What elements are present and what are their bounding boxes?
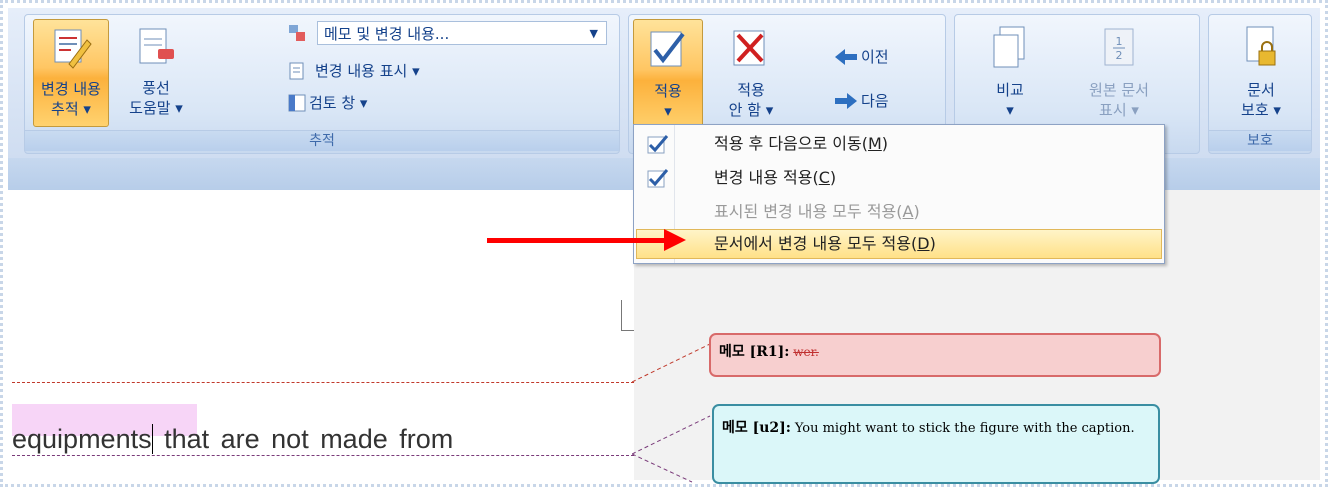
track-group-label: 추적	[25, 130, 619, 151]
track-changes-label-1: 변경 내용	[41, 80, 101, 98]
compare-label-2: ▾	[1006, 101, 1014, 119]
compare-button[interactable]: 비교 ▾	[965, 19, 1055, 131]
comment-connector-2	[12, 455, 634, 456]
accelerator-key: D	[917, 234, 930, 253]
label-suffix: )	[829, 168, 837, 187]
protect-label-2: 보호 ▾	[1241, 101, 1281, 119]
track-changes-button[interactable]: 변경 내용 추적 ▾	[33, 19, 109, 127]
reject-icon	[733, 30, 765, 66]
page-corner-mark	[621, 300, 634, 331]
accept-check-icon	[647, 135, 669, 154]
accept-label-1: 적용	[654, 82, 682, 100]
markup-combo-value: 메모 및 변경 내용...	[324, 25, 450, 43]
review-pane-button[interactable]: 검토 창 ▾	[309, 91, 367, 115]
label-text: 문서에서 변경 내용 모두 적용(	[714, 234, 918, 253]
label-text: 변경 내용 적용(	[714, 168, 819, 187]
menu-item-accept-change[interactable]: 변경 내용 적용(C)	[636, 163, 1162, 193]
menu-item-accept-all-in-document[interactable]: 문서에서 변경 내용 모두 적용(D)	[636, 229, 1162, 259]
show-markup-icon	[289, 62, 304, 80]
svg-text:2: 2	[1116, 49, 1123, 62]
previous-change-icon	[835, 49, 857, 65]
comment-connector-2-diag	[632, 415, 711, 483]
next-change-icon	[835, 93, 857, 109]
comment-2-header: 메모 [u2]:	[722, 420, 791, 436]
comment-connector-1-diag	[632, 343, 711, 383]
comment-connector-1	[12, 382, 634, 383]
comment-balloon-2[interactable]: 메모 [u2]: You might want to stick the fig…	[712, 404, 1160, 484]
show-source-button[interactable]: 1 2 원본 문서 표시 ▾	[1059, 19, 1179, 131]
label-text: 적용 후 다음으로 이동(	[714, 134, 868, 153]
accelerator-key: M	[867, 134, 882, 153]
annotation-arrow-head-icon	[664, 229, 686, 251]
track-changes-icon	[54, 29, 92, 69]
lock-icon	[1246, 26, 1276, 66]
track-group: 변경 내용 추적 ▾ 풍선 도움말 ▾ 메모 및 변경 내용... ▼ 변경 내…	[24, 14, 620, 154]
reject-button[interactable]: 적용 안 함 ▾	[711, 19, 791, 131]
menu-item-label: 문서에서 변경 내용 모두 적용(D)	[714, 229, 936, 259]
protect-group: 문서 보호 ▾ 보호	[1208, 14, 1312, 154]
compare-icon	[993, 26, 1025, 68]
accelerator-key: A	[902, 202, 914, 221]
compare-label-1: 비교	[996, 81, 1024, 99]
document-line-rest: that are not made from	[152, 424, 454, 454]
accept-dropdown-menu: 적용 후 다음으로 이동(M) 변경 내용 적용(C) 표시된 변경 내용 모두…	[633, 124, 1165, 264]
source-document-icon: 1 2	[1104, 28, 1134, 66]
next-button[interactable]: 다음	[861, 89, 889, 113]
comment-2-text: You might want to stick the figure with …	[794, 421, 1135, 436]
chevron-down-icon: ▼	[589, 27, 598, 40]
protect-document-button[interactable]: 문서 보호 ▾	[1213, 19, 1309, 131]
menu-item-label: 표시된 변경 내용 모두 적용(A)	[714, 197, 920, 227]
menu-item-label: 변경 내용 적용(C)	[714, 163, 836, 193]
label-text: 표시된 변경 내용 모두 적용(	[714, 202, 903, 221]
label-suffix: )	[881, 134, 889, 153]
label-suffix: )	[913, 202, 920, 221]
accept-icon	[650, 31, 685, 67]
accelerator-key: C	[818, 168, 830, 187]
reject-label-2: 안 함 ▾	[728, 101, 774, 119]
accept-button[interactable]: 적용 ▾	[633, 19, 703, 131]
balloons-label-1: 풍선	[142, 79, 170, 97]
label-suffix: )	[929, 234, 936, 253]
balloons-button[interactable]: 풍선 도움말 ▾	[113, 19, 199, 127]
markup-combo[interactable]: 메모 및 변경 내용... ▼	[317, 21, 607, 45]
track-changes-label-2: 추적 ▾	[51, 100, 91, 118]
show-markup-button[interactable]: 변경 내용 표시 ▾	[315, 59, 420, 83]
document-line[interactable]: equipments that are not made from	[12, 424, 453, 455]
accept-label-2: ▾	[664, 102, 672, 120]
menu-item-accept-all-shown: 표시된 변경 내용 모두 적용(A)	[636, 197, 1162, 227]
highlighted-word: equipments	[12, 424, 152, 454]
menu-item-accept-and-move-next[interactable]: 적용 후 다음으로 이동(M)	[636, 129, 1162, 159]
annotation-arrow-shaft	[487, 238, 665, 243]
balloons-label-2: 도움말 ▾	[129, 99, 183, 117]
svg-text:1: 1	[1116, 35, 1123, 48]
comment-1-text: wer.	[793, 345, 819, 359]
comment-balloon-1[interactable]: 메모 [R1]: wer.	[709, 333, 1161, 377]
reject-label-1: 적용	[737, 81, 765, 99]
show-source-label-1: 원본 문서	[1089, 81, 1149, 99]
comment-1-header: 메모 [R1]:	[719, 344, 790, 360]
menu-item-label: 적용 후 다음으로 이동(M)	[714, 129, 888, 159]
review-pane-icon	[288, 94, 306, 112]
show-source-label-2: 표시 ▾	[1099, 101, 1139, 119]
protect-group-label: 보호	[1209, 130, 1311, 151]
accept-check-icon	[647, 169, 669, 188]
previous-button[interactable]: 이전	[861, 45, 889, 69]
balloon-icon	[139, 28, 174, 64]
markup-icon	[289, 25, 305, 41]
protect-label-1: 문서	[1247, 81, 1275, 99]
